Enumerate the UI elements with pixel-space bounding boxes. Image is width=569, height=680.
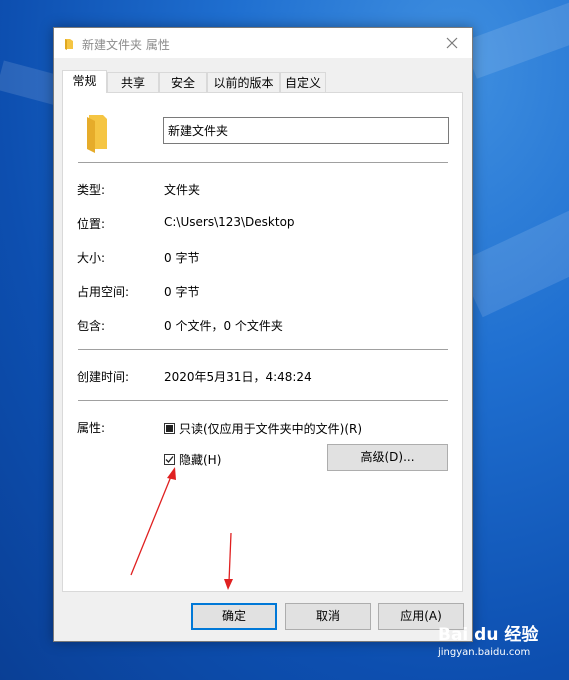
tab-customize[interactable]: 自定义 bbox=[280, 72, 326, 92]
size-label: 大小: bbox=[77, 251, 106, 265]
tab-sharing[interactable]: 共享 bbox=[107, 72, 159, 92]
baidu-watermark: Bai du 经验 jingyan.baidu.com bbox=[438, 620, 538, 658]
type-value: 文件夹 bbox=[164, 183, 201, 197]
tab-previous-versions[interactable]: 以前的版本 bbox=[207, 72, 280, 92]
watermark-url: jingyan.baidu.com bbox=[438, 647, 531, 658]
tab-general[interactable]: 常规 bbox=[62, 70, 107, 93]
advanced-button[interactable]: 高级(D)... bbox=[327, 444, 448, 471]
wallpaper-streak bbox=[457, 203, 569, 318]
folder-icon bbox=[65, 39, 73, 50]
readonly-label: 只读(仅应用于文件夹中的文件)(R) bbox=[179, 422, 363, 436]
title-bar[interactable]: 新建文件夹 属性 bbox=[54, 28, 472, 58]
contains-label: 包含: bbox=[77, 319, 106, 333]
wallpaper-streak bbox=[463, 0, 569, 79]
size-on-disk-label: 占用空间: bbox=[77, 285, 130, 299]
created-value: 2020年5月31日，4:48:24 bbox=[164, 370, 312, 384]
created-label: 创建时间: bbox=[77, 370, 130, 384]
folder-name-input[interactable] bbox=[163, 117, 449, 144]
hidden-label: 隐藏(H) bbox=[179, 453, 222, 467]
readonly-checkbox[interactable]: 只读(仅应用于文件夹中的文件)(R) bbox=[164, 420, 362, 437]
attributes-label: 属性: bbox=[77, 421, 106, 435]
contains-value: 0 个文件，0 个文件夹 bbox=[164, 319, 283, 333]
checkmark-icon bbox=[165, 456, 174, 463]
large-folder-icon bbox=[87, 115, 107, 153]
tab-security[interactable]: 安全 bbox=[159, 72, 207, 92]
type-label: 类型: bbox=[77, 183, 106, 197]
general-panel: 类型: 文件夹 位置: C:\Users\123\Desktop 大小: 0 字… bbox=[62, 92, 463, 592]
ok-button[interactable]: 确定 bbox=[191, 603, 277, 630]
properties-dialog: 新建文件夹 属性 常规 共享 安全 以前的版本 自定义 类型: 文件夹 位置: … bbox=[53, 27, 473, 642]
size-on-disk-value: 0 字节 bbox=[164, 285, 200, 299]
indeterminate-checkbox-box[interactable] bbox=[164, 423, 175, 434]
location-label: 位置: bbox=[77, 217, 106, 231]
close-icon bbox=[446, 37, 458, 49]
close-button[interactable] bbox=[432, 28, 472, 58]
size-value: 0 字节 bbox=[164, 251, 200, 265]
location-value: C:\Users\123\Desktop bbox=[164, 215, 295, 229]
checked-checkbox-box[interactable] bbox=[164, 454, 175, 465]
divider bbox=[78, 349, 448, 350]
divider bbox=[78, 400, 448, 401]
watermark-logo-text: Bai du 经验 bbox=[438, 625, 539, 645]
window-title: 新建文件夹 属性 bbox=[82, 38, 170, 52]
cancel-button[interactable]: 取消 bbox=[285, 603, 371, 630]
divider bbox=[78, 162, 448, 163]
hidden-checkbox[interactable]: 隐藏(H) bbox=[164, 451, 221, 468]
